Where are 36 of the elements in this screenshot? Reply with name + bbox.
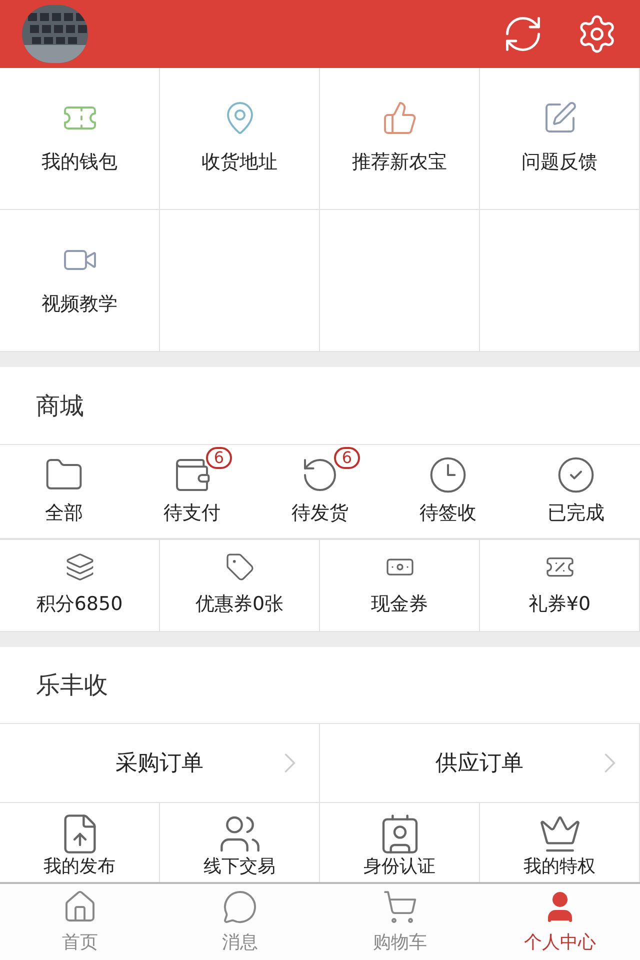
count-badge: 6 bbox=[334, 447, 360, 470]
section-title: 商城 bbox=[36, 390, 84, 422]
menu-label[interactable]: 我的钱包 bbox=[42, 148, 118, 177]
count-badge: 6 bbox=[206, 447, 232, 470]
cart-icon bbox=[382, 888, 418, 924]
menu-label[interactable]: 视频教学 bbox=[42, 290, 118, 319]
menu-label[interactable]: 收货地址 bbox=[202, 148, 278, 177]
order-status-item[interactable]: 待签收 bbox=[384, 445, 512, 538]
clock-icon bbox=[428, 455, 468, 496]
status-label: 全部 bbox=[45, 501, 83, 526]
order-status-item[interactable]: 全部 bbox=[0, 445, 128, 538]
check-circle-icon bbox=[556, 455, 596, 496]
section-title: 乐丰收 bbox=[36, 670, 108, 701]
status-label: 待签收 bbox=[420, 501, 476, 526]
order-link[interactable]: 供应订单 bbox=[320, 724, 640, 802]
menu-label[interactable]: 推荐新农宝 bbox=[352, 148, 447, 177]
menu-label[interactable]: 礼券¥0 bbox=[528, 590, 591, 619]
menu-label[interactable]: 我的特权 bbox=[524, 856, 596, 878]
menu-label[interactable]: 现金券 bbox=[371, 590, 428, 619]
menu-label[interactable]: 优惠券0张 bbox=[195, 590, 284, 619]
status-label: 已完成 bbox=[548, 501, 604, 526]
menu-label[interactable]: 积分6850 bbox=[36, 590, 123, 619]
layers-icon bbox=[64, 552, 94, 582]
menu-label[interactable]: 我的发布 bbox=[44, 856, 116, 878]
order-status-item[interactable]: 已完成 bbox=[512, 445, 640, 538]
menu-label[interactable]: 问题反馈 bbox=[522, 148, 598, 177]
status-label: 待发货 bbox=[292, 501, 348, 526]
menu-label[interactable]: 身份认证 bbox=[364, 856, 436, 878]
menu-label[interactable]: 线下交易 bbox=[204, 856, 276, 878]
chat-bubble-icon bbox=[222, 888, 258, 924]
order-status-item[interactable]: 6 待发货 bbox=[256, 445, 384, 538]
status-label: 待支付 bbox=[164, 501, 220, 526]
tag-icon bbox=[224, 552, 254, 582]
order-link[interactable]: 采购订单 bbox=[0, 724, 320, 802]
tab-bar-item[interactable]: 个人中心 bbox=[480, 884, 640, 960]
order-status-item[interactable]: 6 待支付 bbox=[128, 445, 256, 538]
